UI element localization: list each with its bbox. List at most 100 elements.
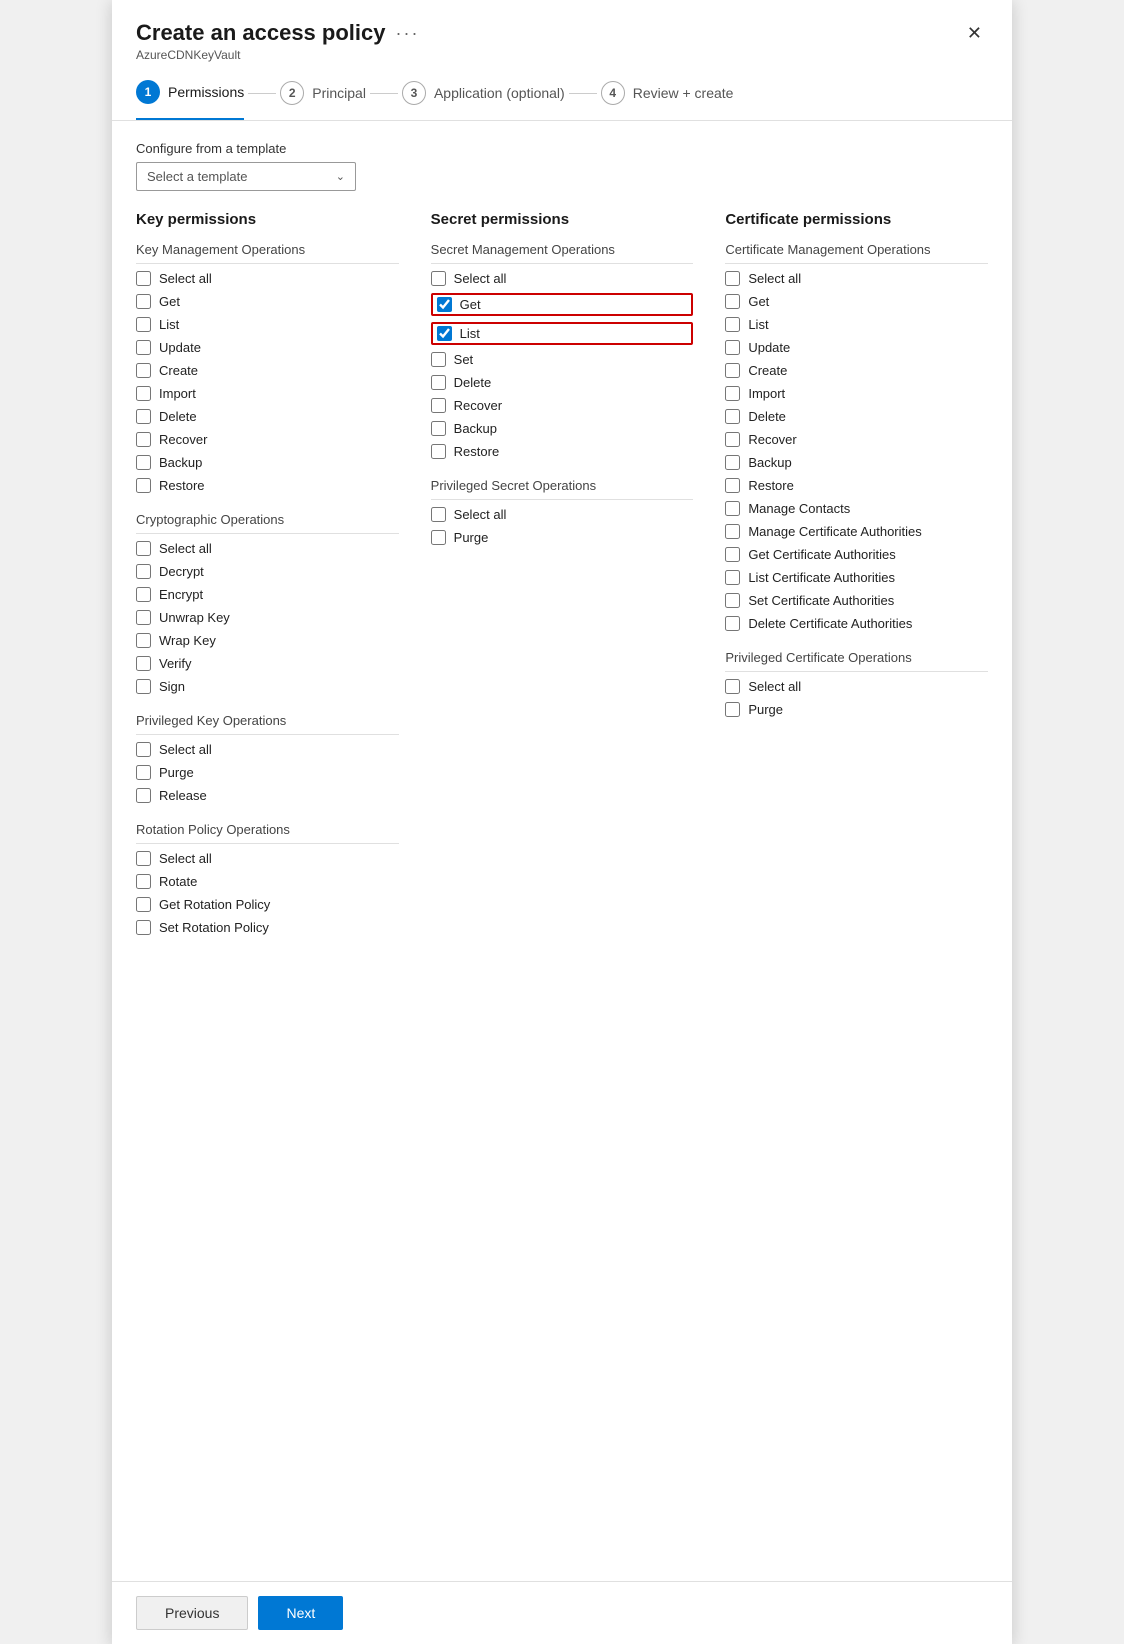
cm-managecontacts-label[interactable]: Manage Contacts bbox=[748, 501, 850, 516]
km-recover-label[interactable]: Recover bbox=[159, 432, 207, 447]
cm-import-checkbox[interactable] bbox=[725, 386, 740, 401]
km-create-checkbox[interactable] bbox=[136, 363, 151, 378]
cm-managecas-label[interactable]: Manage Certificate Authorities bbox=[748, 524, 921, 539]
cm-update-label[interactable]: Update bbox=[748, 340, 790, 355]
template-select-dropdown[interactable]: Select a template ⌄ bbox=[136, 162, 356, 191]
sm-delete-label[interactable]: Delete bbox=[454, 375, 492, 390]
km-list-label[interactable]: List bbox=[159, 317, 179, 332]
cm-restore-checkbox[interactable] bbox=[725, 478, 740, 493]
cm-managecontacts-checkbox[interactable] bbox=[725, 501, 740, 516]
rp-selectall-label[interactable]: Select all bbox=[159, 851, 212, 866]
step-permissions[interactable]: 1 Permissions bbox=[136, 80, 244, 120]
sm-recover-checkbox[interactable] bbox=[431, 398, 446, 413]
rp-getrotpolicy-label[interactable]: Get Rotation Policy bbox=[159, 897, 270, 912]
cm-get-checkbox[interactable] bbox=[725, 294, 740, 309]
sm-get-label[interactable]: Get bbox=[460, 297, 481, 312]
step-principal[interactable]: 2 Principal bbox=[280, 81, 366, 119]
cm-get-label[interactable]: Get bbox=[748, 294, 769, 309]
sm-list-label[interactable]: List bbox=[460, 326, 480, 341]
cm-deletecas-checkbox[interactable] bbox=[725, 616, 740, 631]
pk-purge-label[interactable]: Purge bbox=[159, 765, 194, 780]
km-backup-checkbox[interactable] bbox=[136, 455, 151, 470]
km-restore-label[interactable]: Restore bbox=[159, 478, 205, 493]
step-review-create[interactable]: 4 Review + create bbox=[601, 81, 734, 119]
co-selectall-checkbox[interactable] bbox=[136, 541, 151, 556]
km-selectall-checkbox[interactable] bbox=[136, 271, 151, 286]
cm-deletecas-label[interactable]: Delete Certificate Authorities bbox=[748, 616, 912, 631]
cm-listcas-checkbox[interactable] bbox=[725, 570, 740, 585]
cm-getcas-checkbox[interactable] bbox=[725, 547, 740, 562]
co-encrypt-label[interactable]: Encrypt bbox=[159, 587, 203, 602]
co-wrapkey-checkbox[interactable] bbox=[136, 633, 151, 648]
cm-recover-checkbox[interactable] bbox=[725, 432, 740, 447]
sm-backup-label[interactable]: Backup bbox=[454, 421, 497, 436]
ps-selectall-label[interactable]: Select all bbox=[454, 507, 507, 522]
pk-purge-checkbox[interactable] bbox=[136, 765, 151, 780]
pc-selectall-label[interactable]: Select all bbox=[748, 679, 801, 694]
cm-list-checkbox[interactable] bbox=[725, 317, 740, 332]
rp-rotate-label[interactable]: Rotate bbox=[159, 874, 197, 889]
rp-rotate-checkbox[interactable] bbox=[136, 874, 151, 889]
cm-setcas-label[interactable]: Set Certificate Authorities bbox=[748, 593, 894, 608]
co-selectall-label[interactable]: Select all bbox=[159, 541, 212, 556]
sm-list-checkbox[interactable] bbox=[437, 326, 452, 341]
rp-setrotpolicy-checkbox[interactable] bbox=[136, 920, 151, 935]
cm-backup-label[interactable]: Backup bbox=[748, 455, 791, 470]
sm-restore-checkbox[interactable] bbox=[431, 444, 446, 459]
cm-delete-label[interactable]: Delete bbox=[748, 409, 786, 424]
km-update-checkbox[interactable] bbox=[136, 340, 151, 355]
co-sign-label[interactable]: Sign bbox=[159, 679, 185, 694]
co-wrapkey-label[interactable]: Wrap Key bbox=[159, 633, 216, 648]
cm-backup-checkbox[interactable] bbox=[725, 455, 740, 470]
km-list-checkbox[interactable] bbox=[136, 317, 151, 332]
ps-purge-label[interactable]: Purge bbox=[454, 530, 489, 545]
cm-getcas-label[interactable]: Get Certificate Authorities bbox=[748, 547, 895, 562]
cm-delete-checkbox[interactable] bbox=[725, 409, 740, 424]
co-verify-label[interactable]: Verify bbox=[159, 656, 192, 671]
cm-setcas-checkbox[interactable] bbox=[725, 593, 740, 608]
co-verify-checkbox[interactable] bbox=[136, 656, 151, 671]
co-encrypt-checkbox[interactable] bbox=[136, 587, 151, 602]
cm-managecas-checkbox[interactable] bbox=[725, 524, 740, 539]
co-decrypt-checkbox[interactable] bbox=[136, 564, 151, 579]
cm-listcas-label[interactable]: List Certificate Authorities bbox=[748, 570, 895, 585]
sm-recover-label[interactable]: Recover bbox=[454, 398, 502, 413]
rp-getrotpolicy-checkbox[interactable] bbox=[136, 897, 151, 912]
co-sign-checkbox[interactable] bbox=[136, 679, 151, 694]
rp-setrotpolicy-label[interactable]: Set Rotation Policy bbox=[159, 920, 269, 935]
previous-button[interactable]: Previous bbox=[136, 1596, 248, 1630]
km-delete-label[interactable]: Delete bbox=[159, 409, 197, 424]
co-decrypt-label[interactable]: Decrypt bbox=[159, 564, 204, 579]
km-recover-checkbox[interactable] bbox=[136, 432, 151, 447]
dialog-more-button[interactable]: ··· bbox=[395, 23, 419, 44]
km-restore-checkbox[interactable] bbox=[136, 478, 151, 493]
km-get-label[interactable]: Get bbox=[159, 294, 180, 309]
pc-purge-label[interactable]: Purge bbox=[748, 702, 783, 717]
km-import-label[interactable]: Import bbox=[159, 386, 196, 401]
sm-backup-checkbox[interactable] bbox=[431, 421, 446, 436]
co-unwrapkey-checkbox[interactable] bbox=[136, 610, 151, 625]
sm-selectall-checkbox[interactable] bbox=[431, 271, 446, 286]
pk-release-label[interactable]: Release bbox=[159, 788, 207, 803]
km-selectall-label[interactable]: Select all bbox=[159, 271, 212, 286]
cm-recover-label[interactable]: Recover bbox=[748, 432, 796, 447]
pk-selectall-checkbox[interactable] bbox=[136, 742, 151, 757]
cm-update-checkbox[interactable] bbox=[725, 340, 740, 355]
sm-get-checkbox[interactable] bbox=[437, 297, 452, 312]
cm-list-label[interactable]: List bbox=[748, 317, 768, 332]
km-update-label[interactable]: Update bbox=[159, 340, 201, 355]
sm-restore-label[interactable]: Restore bbox=[454, 444, 500, 459]
sm-set-checkbox[interactable] bbox=[431, 352, 446, 367]
cm-create-checkbox[interactable] bbox=[725, 363, 740, 378]
next-button[interactable]: Next bbox=[258, 1596, 343, 1630]
sm-set-label[interactable]: Set bbox=[454, 352, 474, 367]
pc-selectall-checkbox[interactable] bbox=[725, 679, 740, 694]
sm-selectall-label[interactable]: Select all bbox=[454, 271, 507, 286]
km-backup-label[interactable]: Backup bbox=[159, 455, 202, 470]
km-get-checkbox[interactable] bbox=[136, 294, 151, 309]
km-delete-checkbox[interactable] bbox=[136, 409, 151, 424]
co-unwrapkey-label[interactable]: Unwrap Key bbox=[159, 610, 230, 625]
sm-delete-checkbox[interactable] bbox=[431, 375, 446, 390]
cm-restore-label[interactable]: Restore bbox=[748, 478, 794, 493]
cm-selectall-label[interactable]: Select all bbox=[748, 271, 801, 286]
